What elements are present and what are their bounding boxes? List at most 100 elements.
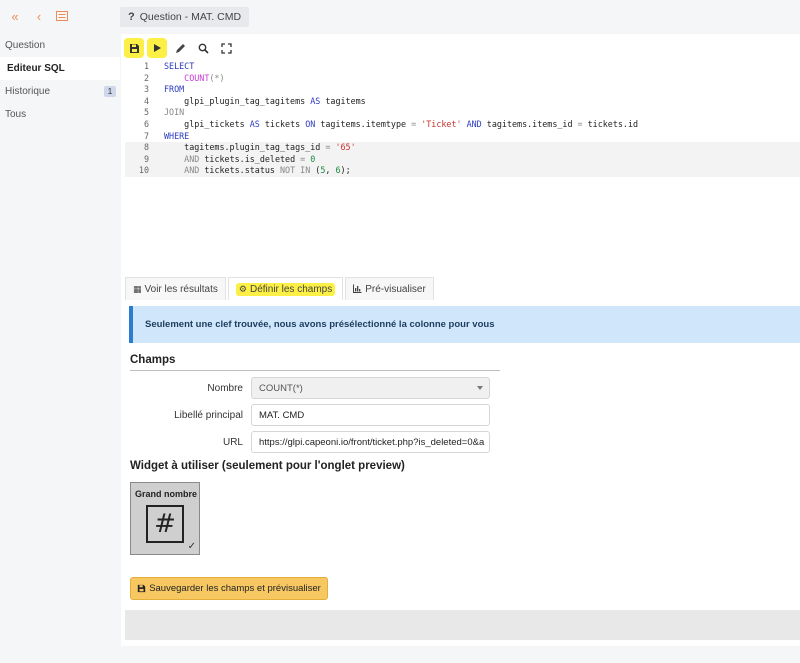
page-title-tab[interactable]: ? Question - MAT. CMD bbox=[120, 7, 250, 27]
url-value: https://glpi.capeoni.io/front/ticket.php… bbox=[259, 436, 485, 448]
code-token: tagitems bbox=[320, 95, 366, 106]
line-number: 7 bbox=[143, 130, 149, 141]
section-title-champs: Champs bbox=[130, 354, 500, 371]
hash-icon: # bbox=[146, 505, 184, 543]
code-line: 6 glpi_tickets AS tickets ON tagitems.it… bbox=[125, 119, 800, 131]
code-token: ON bbox=[305, 119, 316, 129]
code-text: AND tickets.is_deleted = 0 bbox=[164, 154, 315, 166]
tab-voir-resultats[interactable]: ▦ Voir les résultats bbox=[125, 277, 226, 300]
code-token: ( bbox=[310, 165, 321, 176]
code-token: tickets.is_deleted bbox=[199, 153, 301, 164]
nombre-select[interactable]: COUNT(*) bbox=[251, 377, 490, 399]
code-text: glpi_plugin_tag_tagitems AS tagitems bbox=[164, 96, 366, 108]
url-label: URL bbox=[222, 437, 243, 448]
sidebar-item-question[interactable]: Question bbox=[0, 34, 120, 57]
code-token: AND bbox=[466, 119, 482, 129]
code-text: SELECT bbox=[164, 61, 194, 73]
run-button[interactable] bbox=[147, 38, 167, 58]
code-text: WHERE bbox=[164, 131, 189, 143]
sidebar-item-label: Tous bbox=[5, 109, 27, 120]
code-token: FROM bbox=[164, 84, 185, 95]
code-text: AND tickets.status NOT IN (5, 6); bbox=[164, 165, 350, 177]
sql-editor[interactable]: 1 SELECT 2 COUNT(*) 3 FROM 4 glpi_plugin_tag_… bbox=[125, 59, 800, 274]
code-token: (*) bbox=[209, 72, 225, 83]
gear-icon: ⚙ bbox=[238, 283, 247, 294]
search-icon bbox=[198, 43, 209, 54]
tab-definir-champs[interactable]: ⚙ Définir les champs bbox=[227, 277, 344, 300]
code-token: glpi_tickets bbox=[164, 119, 250, 129]
edit-button[interactable] bbox=[170, 38, 190, 58]
nombre-value: COUNT(*) bbox=[259, 382, 303, 394]
code-line: 2 COUNT(*) bbox=[125, 73, 800, 85]
caret-down-icon bbox=[477, 386, 483, 390]
info-alert: Seulement une clef trouvée, nous avons p… bbox=[129, 306, 800, 343]
code-line: 3 FROM bbox=[125, 84, 800, 96]
code-line: 5 JOIN bbox=[125, 107, 800, 119]
code-token: tagitems.items_id bbox=[481, 119, 578, 129]
sidebar: Question Editeur SQL Historique 1 Tous bbox=[0, 34, 120, 663]
table-icon: ▦ bbox=[133, 283, 142, 294]
code-token: WHERE bbox=[164, 130, 190, 141]
pencil-icon bbox=[175, 43, 185, 53]
code-line: 10 AND tickets.status NOT IN (5, 6); bbox=[125, 165, 800, 177]
widget-card-label: Grand nombre bbox=[134, 489, 197, 499]
count-badge: 1 bbox=[104, 86, 116, 97]
code-token: AND bbox=[184, 153, 200, 164]
result-tabs: ▦ Voir les résultats ⚙ Définir les champ… bbox=[125, 277, 436, 300]
code-text: tagitems.plugin_tag_tags_id = '65' bbox=[164, 142, 355, 154]
code-text: JOIN bbox=[164, 107, 184, 119]
fullscreen-button[interactable] bbox=[216, 38, 236, 58]
libelle-value: MAT. CMD bbox=[259, 409, 305, 421]
code-token: tagitems.plugin_tag_tags_id bbox=[164, 142, 326, 153]
search-button[interactable] bbox=[193, 38, 213, 58]
save-button[interactable] bbox=[124, 38, 144, 58]
libelle-label: Libellé principal bbox=[174, 410, 243, 421]
save-icon bbox=[129, 43, 139, 53]
page-title: Question - MAT. CMD bbox=[139, 11, 242, 23]
check-icon: ✓ bbox=[187, 541, 196, 552]
tab-label: Définir les champs bbox=[249, 283, 333, 295]
url-input[interactable]: https://glpi.capeoni.io/front/ticket.php… bbox=[251, 431, 490, 453]
line-number: 8 bbox=[143, 142, 149, 153]
code-line: 8 tagitems.plugin_tag_tags_id = '65' bbox=[125, 142, 800, 154]
line-number: 9 bbox=[143, 153, 149, 164]
code-token: 'Ticket' bbox=[421, 119, 462, 129]
code-line: 7 WHERE bbox=[125, 131, 800, 143]
sidebar-item-label: Question bbox=[5, 40, 46, 51]
sidebar-item-historique[interactable]: Historique 1 bbox=[0, 80, 120, 103]
sidebar-item-editeur-sql[interactable]: Editeur SQL bbox=[0, 57, 120, 80]
line-number: 6 bbox=[143, 119, 149, 129]
chevron-left-icon[interactable]: ‹ bbox=[32, 10, 46, 24]
code-line: 1 SELECT bbox=[125, 61, 800, 73]
code-token: glpi_plugin_tag_tagitems bbox=[164, 95, 311, 106]
code-text: glpi_tickets AS tickets ON tagitems.item… bbox=[164, 119, 638, 131]
code-token: tickets.status bbox=[199, 165, 280, 176]
code-token: AS bbox=[249, 119, 260, 129]
libelle-input[interactable]: MAT. CMD bbox=[251, 404, 490, 426]
main-panel: 1 SELECT 2 COUNT(*) 3 FROM 4 glpi_plugin_tag_… bbox=[121, 34, 800, 646]
code-text: FROM bbox=[164, 84, 184, 96]
double-chevron-left-icon[interactable]: « bbox=[8, 10, 22, 24]
code-token: NOT IN bbox=[280, 165, 311, 176]
code-line: 9 AND tickets.is_deleted = 0 bbox=[125, 153, 800, 166]
line-number: 10 bbox=[138, 165, 149, 176]
save-fields-preview-button[interactable]: Sauvegarder les champs et prévisualiser bbox=[130, 577, 328, 600]
list-icon[interactable] bbox=[55, 10, 69, 24]
code-token: tickets bbox=[259, 119, 306, 129]
code-token: tickets.id bbox=[582, 119, 639, 129]
widget-card-grand-nombre[interactable]: Grand nombre # ✓ bbox=[130, 482, 200, 555]
tab-pre-visualiser[interactable]: Pré-visualiser bbox=[345, 277, 434, 300]
line-number: 5 bbox=[143, 107, 149, 118]
code-token: AND bbox=[184, 165, 200, 176]
question-icon: ? bbox=[128, 11, 135, 23]
tab-label: Pré-visualiser bbox=[365, 283, 426, 295]
code-token: 0 bbox=[310, 153, 316, 164]
code-token: tagitems.itemtype bbox=[315, 119, 412, 129]
fullscreen-icon bbox=[220, 42, 232, 54]
sidebar-item-tous[interactable]: Tous bbox=[0, 103, 120, 126]
code-token: , bbox=[325, 165, 336, 176]
code-text: COUNT(*) bbox=[164, 72, 225, 85]
alert-text: Seulement une clef trouvée, nous avons p… bbox=[145, 319, 495, 330]
